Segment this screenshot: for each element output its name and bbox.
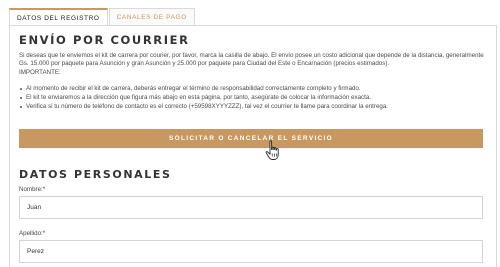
datos-personales-heading: DATOS PERSONALES: [19, 168, 172, 181]
tab-datos-del-registro[interactable]: DATOS DEL REGISTRO: [9, 8, 108, 26]
hand-pointer-icon: [265, 140, 279, 160]
envio-bullet-list: Al momento de recibir el kit de carrera,…: [19, 84, 485, 112]
envio-intro-paragraph: Si deseas que te enviemos el kit de carr…: [19, 52, 484, 68]
envio-important-label: IMPORTANTE:: [19, 68, 61, 76]
nombre-field[interactable]: Juan: [19, 196, 483, 219]
list-item: Al momento de recibir el kit de carrera,…: [19, 84, 485, 93]
apellido-field[interactable]: Perez: [19, 240, 483, 263]
list-item: Verifica si tu número de teléfono de con…: [19, 102, 485, 111]
list-item: El kit te enviaremos a la dirección que …: [19, 93, 485, 102]
apellido-label: Apellido:*: [19, 230, 46, 237]
envio-courrier-heading: ENVÍO POR COURRIER: [19, 33, 190, 47]
solicitar-servicio-button[interactable]: SOLICITAR O CANCELAR EL SERVICIO: [19, 129, 483, 148]
tab-canales-de-pago[interactable]: CANALES DE PAGO: [108, 8, 195, 26]
tab-bar: DATOS DEL REGISTRO CANALES DE PAGO: [9, 8, 195, 26]
nombre-label: Nombre:*: [19, 186, 46, 193]
envio-intro-text: Si deseas que te enviemos el kit de carr…: [19, 52, 485, 77]
